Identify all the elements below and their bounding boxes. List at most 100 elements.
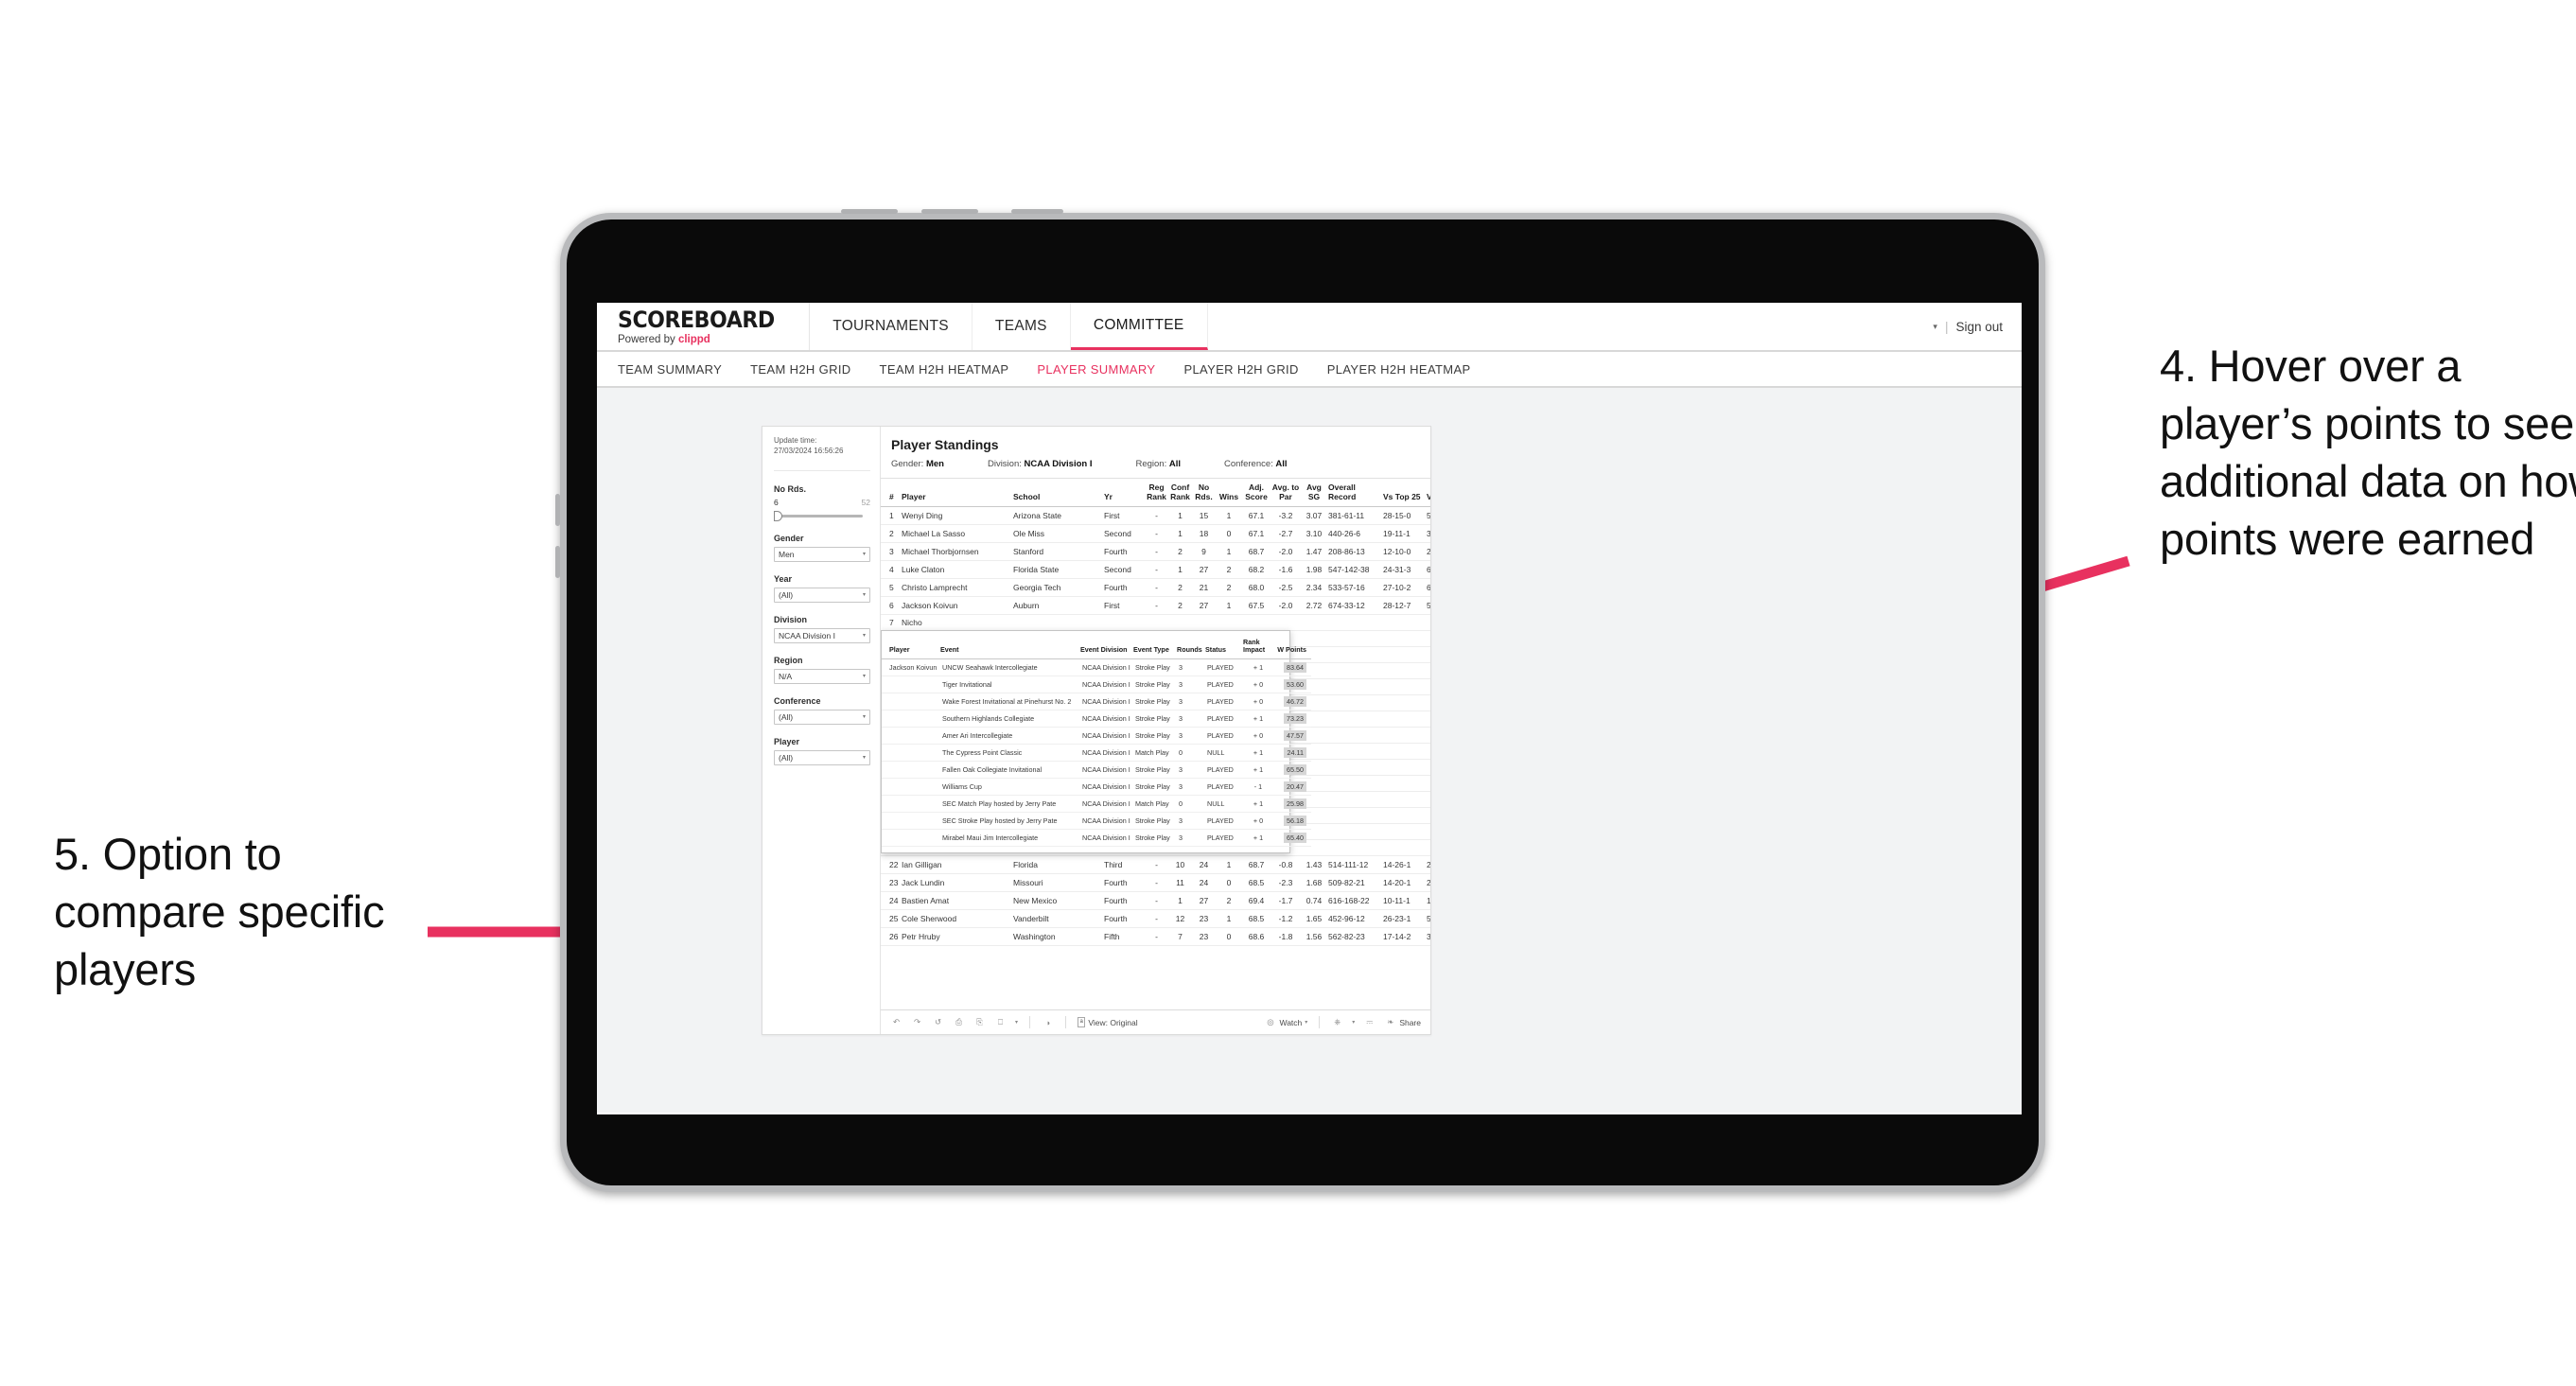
- region-select[interactable]: N/A ▾: [774, 668, 870, 684]
- tt-cell-type: Stroke Play: [1133, 829, 1177, 847]
- view-icon: a: [1078, 1017, 1086, 1027]
- col-year[interactable]: Yr: [1104, 479, 1146, 508]
- col-conf-rank[interactable]: Conf Rank: [1169, 479, 1193, 508]
- tt-cell-event: Tiger Invitational: [940, 675, 1080, 693]
- ask-data-icon[interactable]: ◑: [1042, 1016, 1054, 1028]
- table-row[interactable]: 5 Christo Lamprecht Georgia Tech Fourth -2 21…: [881, 578, 1430, 598]
- tab-player-h2h-heatmap[interactable]: PLAYER H2H HEATMAP: [1327, 362, 1471, 377]
- tt-cell-division: NCAA Division I: [1080, 727, 1133, 745]
- cell-t25: [1383, 678, 1427, 696]
- cell-t25: [1383, 839, 1427, 857]
- col-reg-rank[interactable]: Reg Rank: [1146, 479, 1169, 508]
- table-row[interactable]: 7 Nicho: [881, 614, 1430, 632]
- redo-icon[interactable]: ↷: [911, 1016, 923, 1028]
- watch-button[interactable]: ◎ Watch ▾: [1265, 1016, 1307, 1028]
- tab-team-h2h-grid[interactable]: TEAM H2H GRID: [750, 362, 850, 377]
- col-adj-score[interactable]: Adj. Score: [1243, 479, 1271, 508]
- download-icon[interactable]: ⎈: [1331, 1016, 1343, 1028]
- nav-item-committee[interactable]: COMMITTEE: [1070, 303, 1208, 350]
- tt-cell-type: Match Play: [1133, 744, 1177, 762]
- table-row[interactable]: 3 Michael Thorbjornsen Stanford Fourth -2 9 1 6…: [881, 542, 1430, 562]
- table-row[interactable]: 26 Petr Hruby Washington Fifth -7 23 0 68.6 -1.8…: [881, 927, 1430, 947]
- nav-item-teams[interactable]: TEAMS: [973, 303, 1071, 350]
- col-vs-top-50[interactable]: Vs Top 50: [1427, 479, 1430, 508]
- revert-icon[interactable]: ↺: [932, 1016, 944, 1028]
- view-original-button[interactable]: a View: Original: [1078, 1017, 1138, 1027]
- table-row[interactable]: 25 Cole Sherwood Vanderbilt Fourth -12 23 1 68.…: [881, 909, 1430, 929]
- tt-points-value: 53.60: [1284, 678, 1306, 690]
- sign-out-link[interactable]: Sign out: [1955, 320, 2003, 334]
- col-avg-to-par[interactable]: Avg. to Par: [1271, 479, 1302, 508]
- tab-player-summary[interactable]: PLAYER SUMMARY: [1037, 362, 1155, 377]
- volume-up-button[interactable]: [555, 494, 560, 526]
- cell-rec: 509-82-21: [1328, 873, 1383, 893]
- power-button[interactable]: [1011, 209, 1063, 214]
- col-wins[interactable]: Wins: [1217, 479, 1243, 508]
- table-row[interactable]: 1 Wenyi Ding Arizona State First -1 15 1 67.1 -3…: [881, 506, 1430, 526]
- cell-t50: 19-16-2: [1427, 891, 1430, 911]
- conference-select[interactable]: (All) ▾: [774, 709, 870, 725]
- cell-wins: 1: [1217, 855, 1243, 875]
- col-school[interactable]: School: [1013, 479, 1104, 508]
- cell-rec: [1328, 743, 1383, 761]
- col-player[interactable]: Player: [902, 479, 1013, 508]
- col-overall-record[interactable]: Overall Record: [1328, 479, 1383, 508]
- col-vs-top-25[interactable]: Vs Top 25: [1383, 479, 1427, 508]
- filter-division-label: Division: [774, 614, 808, 624]
- table-row[interactable]: 23 Jack Lundin Missouri Fourth -11 24 0 68.5 -2.…: [881, 873, 1430, 893]
- cell-yr: Fourth: [1104, 891, 1146, 911]
- tooltip-table-head: Player Event Event Division Event Type R…: [882, 636, 1311, 659]
- no-rounds-slider[interactable]: [774, 510, 870, 521]
- clippd-brand-name: clippd: [677, 334, 710, 345]
- col-no-rounds[interactable]: No Rds.: [1193, 479, 1217, 508]
- cell-rec: [1328, 807, 1383, 825]
- tt-cell-status: PLAYED: [1205, 675, 1243, 693]
- year-select[interactable]: (All) ▾: [774, 587, 870, 603]
- cell-yr: Fourth: [1104, 909, 1146, 929]
- cell-num: 4: [881, 560, 902, 580]
- chevron-down-icon[interactable]: ▾: [1933, 322, 1937, 332]
- slider-handle[interactable]: [774, 510, 782, 521]
- table-row[interactable]: 22 Ian Gilligan Florida Third -10 24 1 68.7 -0.8…: [881, 855, 1430, 875]
- nav-item-tournaments[interactable]: TOURNAMENTS: [810, 303, 973, 350]
- chevron-down-icon[interactable]: ▾: [1015, 1019, 1018, 1026]
- tab-player-h2h-grid[interactable]: PLAYER H2H GRID: [1183, 362, 1298, 377]
- cell-yr: Second: [1104, 560, 1146, 580]
- undo-icon[interactable]: ↶: [890, 1016, 902, 1028]
- tt-cell-player: [882, 693, 940, 711]
- table-row[interactable]: 24 Bastien Amat New Mexico Fourth -1 27 2 69.4-…: [881, 891, 1430, 911]
- col-avg-sg[interactable]: Avg SG: [1302, 479, 1328, 508]
- share-button[interactable]: ❧ Share: [1384, 1016, 1421, 1028]
- division-select[interactable]: NCAA Division I ▾: [774, 627, 870, 643]
- table-row[interactable]: 6 Jackson Koivun Auburn First -2 27 1 67.5 -2.0 2…: [881, 596, 1430, 616]
- tab-team-h2h-heatmap[interactable]: TEAM H2H HEATMAP: [880, 362, 1009, 377]
- cell-school: Vanderbilt: [1013, 909, 1104, 929]
- app-header: SCOREBOARD Powered by clippd TOURNAMENTS…: [597, 303, 2022, 352]
- chevron-down-icon[interactable]: ▾: [1352, 1019, 1355, 1026]
- table-row[interactable]: 4 Luke Claton Florida State Second -1 27 2 68.2…: [881, 560, 1430, 580]
- gender-select[interactable]: Men ▾: [774, 546, 870, 562]
- cell-num: 1: [881, 506, 902, 526]
- cell-t50: [1427, 727, 1430, 745]
- tab-team-summary[interactable]: TEAM SUMMARY: [618, 362, 722, 377]
- player-select[interactable]: (All) ▾: [774, 749, 870, 765]
- cell-rec: 533-57-16: [1328, 578, 1383, 598]
- table-row[interactable]: 2 Michael La Sasso Ole Miss Second -1 18 0 67.1…: [881, 524, 1430, 544]
- slider-min-value: 6: [774, 497, 779, 507]
- pause-updates-icon[interactable]: ⎘: [973, 1016, 986, 1028]
- col-rank[interactable]: #: [881, 479, 902, 508]
- slider-track[interactable]: [774, 514, 863, 518]
- tt-cell-points: 46.72: [1273, 693, 1311, 711]
- tt-col-rank-impact: Rank Impact: [1243, 636, 1273, 659]
- device-layout-icon[interactable]: ⎕: [994, 1016, 1007, 1028]
- cell-school: Florida State: [1013, 560, 1104, 580]
- volume-down-button[interactable]: [555, 546, 560, 578]
- cell-yr: Fourth: [1104, 578, 1146, 598]
- fullscreen-icon[interactable]: ⎓: [1363, 1016, 1376, 1028]
- refresh-data-icon[interactable]: ⎙: [953, 1016, 965, 1028]
- cell-num: 2: [881, 524, 902, 544]
- cell-reg: -: [1146, 596, 1169, 616]
- cell-t50: [1427, 791, 1430, 809]
- cell-par: -1.2: [1271, 909, 1302, 929]
- brand-logo[interactable]: SCOREBOARD Powered by clippd: [597, 303, 811, 350]
